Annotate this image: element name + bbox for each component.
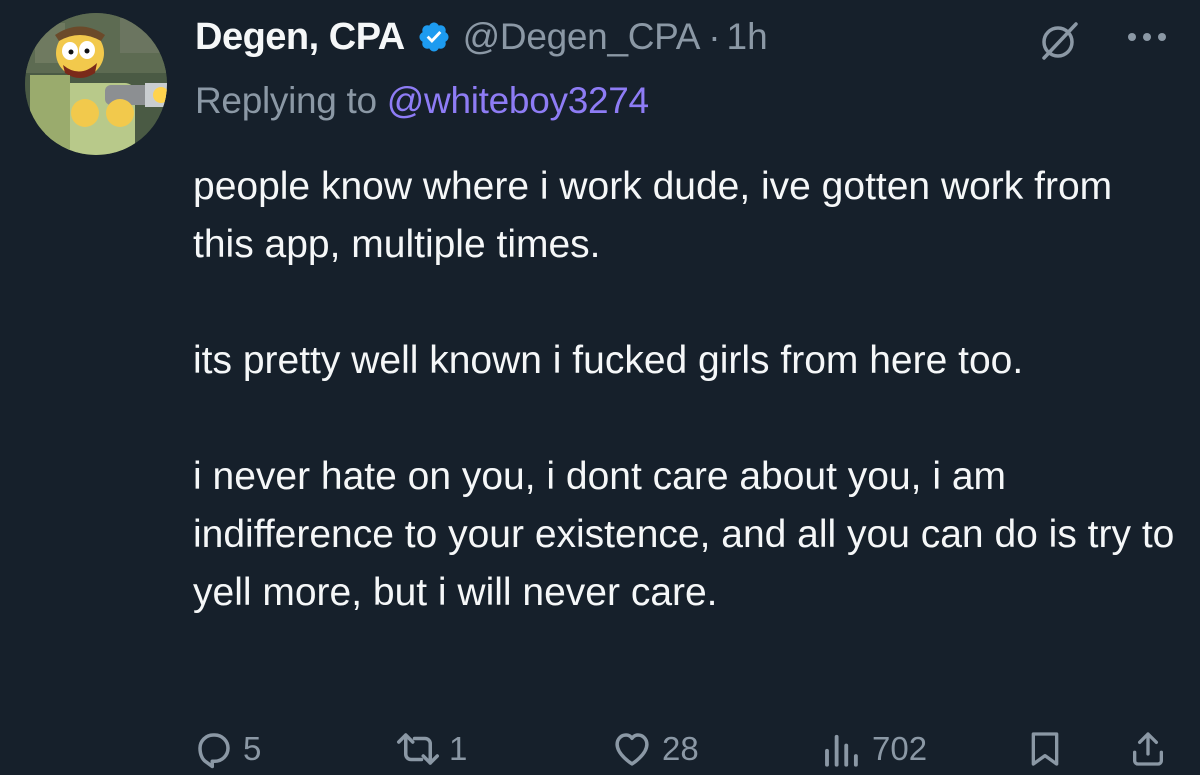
reply-icon [198,733,230,769]
bookmark-icon [1031,732,1059,766]
replying-to-mention[interactable]: @whiteboy3274 [387,80,649,121]
repost-icon [397,733,439,765]
like-button[interactable]: 28 [610,726,699,772]
separator-dot: · [708,16,721,57]
views-button[interactable]: 702 [818,726,927,772]
views-icon [825,734,858,767]
reply-count: 5 [243,730,262,767]
heart-icon [615,733,649,766]
tweet[interactable]: Degen, CPA @Degen_CPA · 1h Replying to @… [0,0,1200,775]
repost-button[interactable]: 1 [395,726,467,772]
avatar-image [25,13,167,155]
views-count: 702 [872,730,928,767]
avatar[interactable] [25,13,167,155]
verified-badge-icon[interactable] [417,20,451,54]
tweet-paragraph-3: i never hate on you, i dont care about y… [193,455,1175,614]
display-name[interactable]: Degen, CPA [195,16,405,59]
tweet-text: people know where i work dude, ive gotte… [193,158,1183,622]
tweet-paragraph-1: people know where i work dude, ive gotte… [193,165,1113,266]
reply-button[interactable]: 5 [193,726,261,772]
tweet-paragraph-2: its pretty well known i fucked girls fro… [193,339,1024,382]
timestamp[interactable]: 1h [727,16,768,58]
repost-count: 1 [449,730,468,767]
share-button[interactable] [1128,726,1168,772]
handle[interactable]: @Degen_CPA [463,16,701,58]
replying-to-label: Replying to [195,80,377,121]
action-bar: 5 1 28 702 [0,726,1200,775]
like-count: 28 [662,730,699,767]
bookmark-button[interactable] [1025,726,1065,772]
more-icon[interactable] [1122,22,1172,52]
replying-to-line: Replying to @whiteboy3274 [195,80,649,122]
share-icon [1133,732,1163,766]
tweet-header: Degen, CPA @Degen_CPA · 1h [195,12,768,62]
grok-icon[interactable] [1038,18,1082,62]
